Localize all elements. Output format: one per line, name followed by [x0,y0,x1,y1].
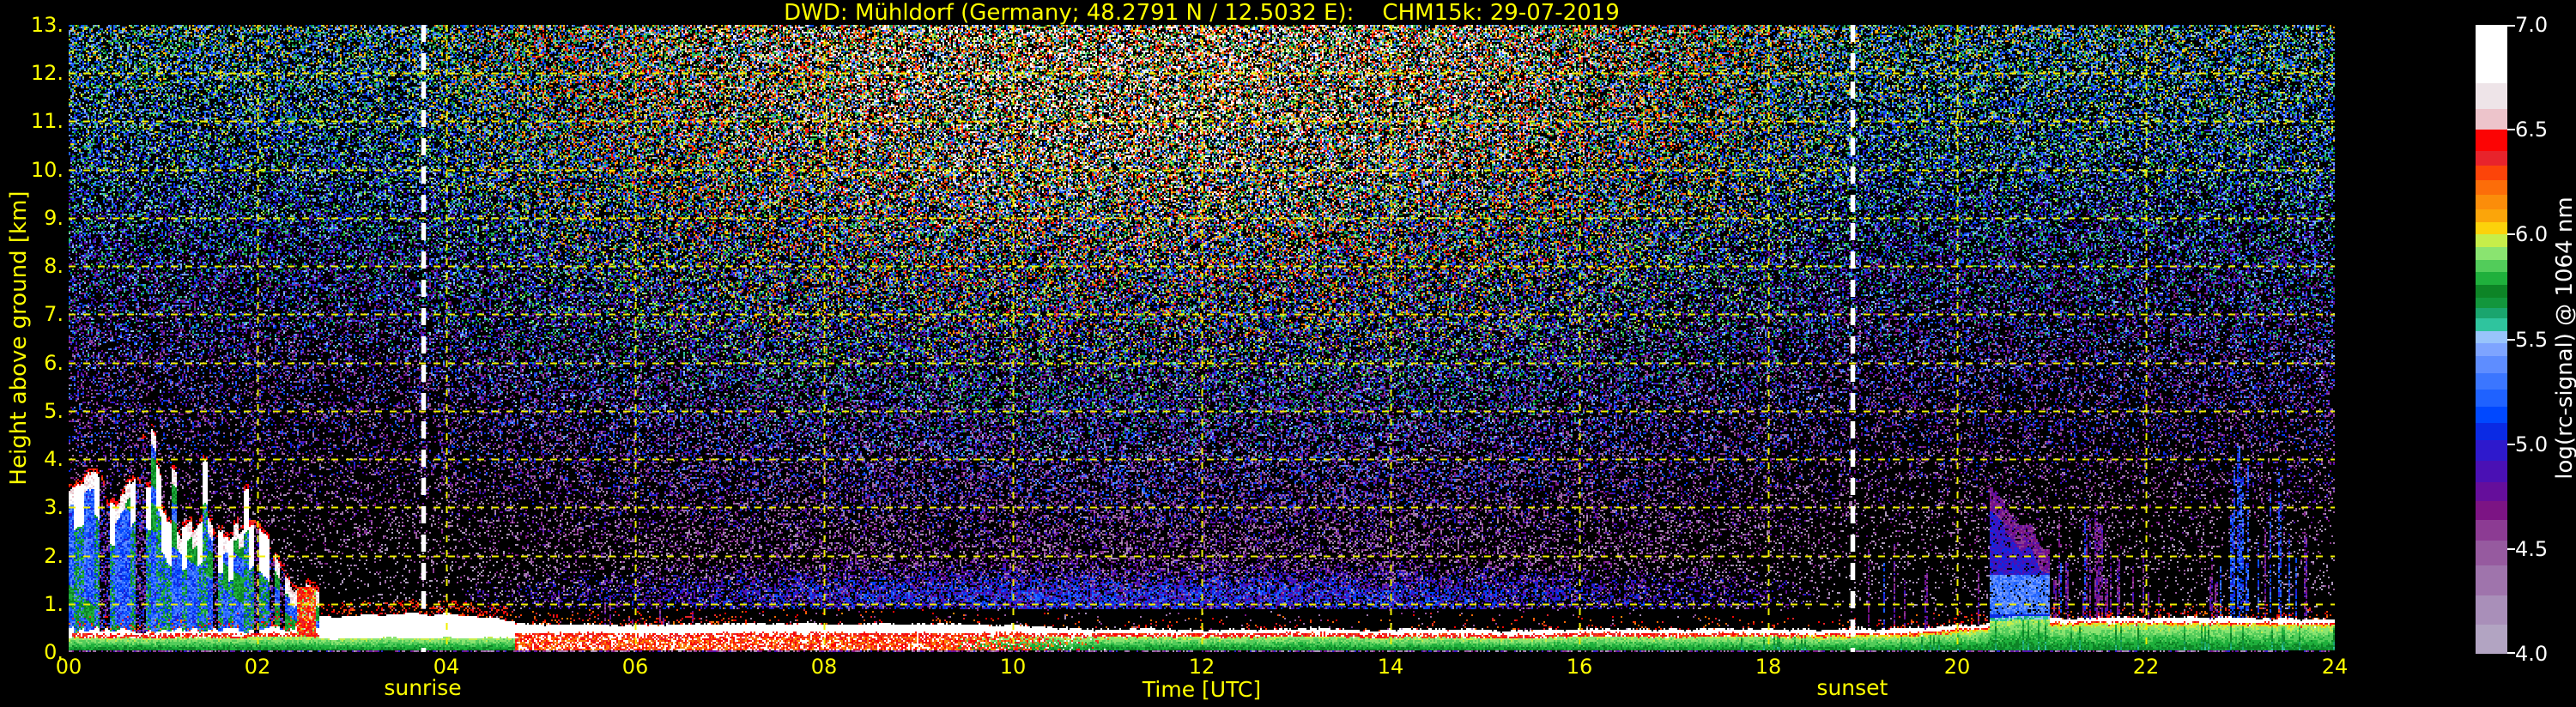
x-tick-label: 22 [2132,655,2160,679]
x-tick-label: 00 [55,655,82,679]
x-tick-label: 06 [621,655,649,679]
y-tick-label: 9. [44,205,64,230]
y-tick-label: 3. [44,495,64,520]
y-tick-label: 11. [30,109,64,134]
colorbar-tick-label: 6.5 [2515,118,2549,142]
colorbar-tick-label: 7.0 [2515,13,2549,37]
ceilometer-quicklook-figure: DWD: Mühldorf (Germany; 48.2791 N / 12.5… [0,0,2576,707]
x-tick-label: 08 [810,655,838,679]
x-tick-label: 18 [1755,655,1782,679]
sunrise-label: sunrise [384,675,462,700]
colorbar-tick-label: 4.0 [2515,642,2549,666]
y-tick-label: 5. [44,398,64,423]
y-tick-label: 10. [30,157,64,182]
y-tick-label: 1. [44,591,64,616]
x-tick-label: 24 [2321,655,2349,679]
plot-title: DWD: Mühldorf (Germany; 48.2791 N / 12.5… [784,0,1620,26]
x-tick-label: 02 [244,655,271,679]
y-tick-label: 2. [44,543,64,568]
x-tick-label: 14 [1377,655,1404,679]
y-tick-label: 12. [30,61,64,86]
x-tick-label: 20 [1943,655,1971,679]
sunset-label: sunset [1816,675,1888,700]
colorbar-tick-label: 4.5 [2515,536,2549,561]
x-axis-label: Time [UTC] [1142,677,1262,702]
heatmap-canvas [69,25,2335,652]
colorbar [2476,25,2515,654]
x-tick-label: 16 [1566,655,1593,679]
colorbar-label: log(rc-signal) @ 1064 nm [2552,196,2576,480]
y-axis-label: Height above ground [km] [6,190,32,486]
y-tick-label: 4. [44,447,64,472]
y-tick-label: 7. [44,302,64,327]
y-tick-label: 13. [30,13,64,37]
x-tick-label: 12 [1188,655,1215,679]
y-tick-label: 6. [44,350,64,375]
y-tick-label: 8. [44,254,64,279]
x-tick-label: 10 [999,655,1027,679]
